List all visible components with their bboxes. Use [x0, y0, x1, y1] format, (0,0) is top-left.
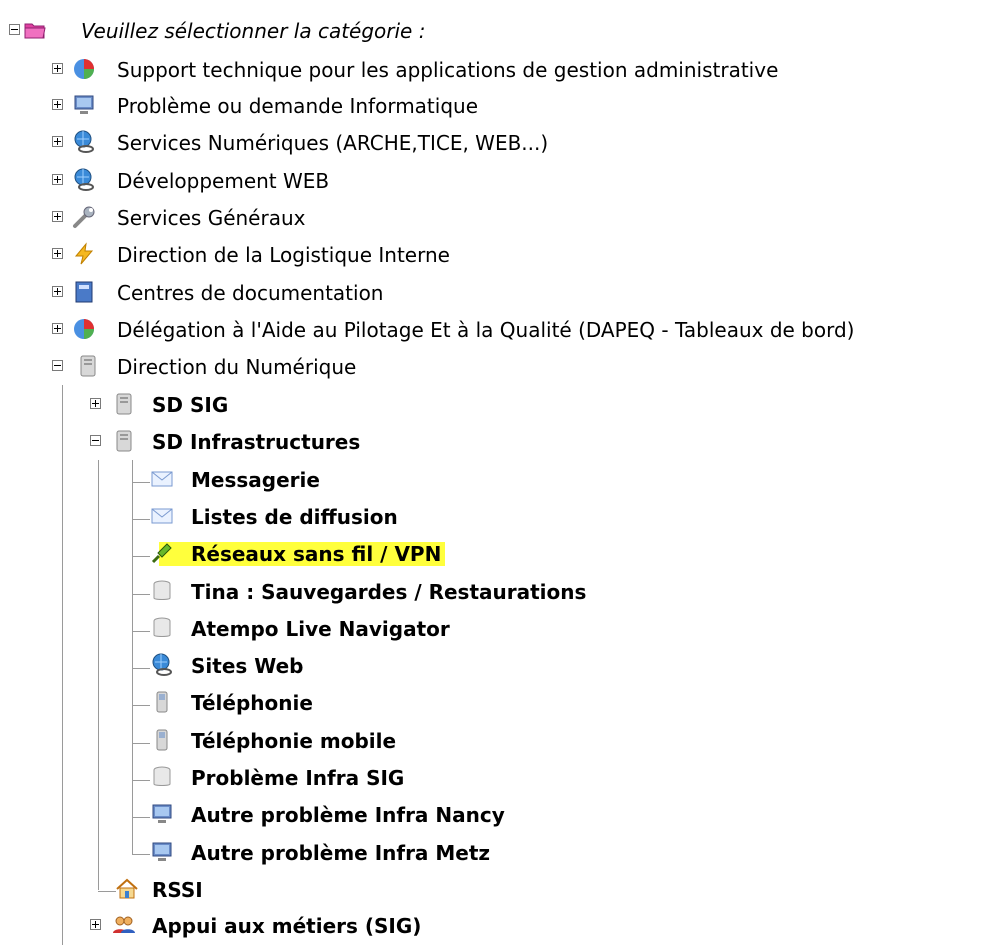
category-label: Direction de la Logistique Interne [117, 243, 450, 267]
leaf-label: Téléphonie [191, 691, 313, 715]
expand-toggle[interactable] [52, 211, 63, 222]
database-icon [150, 616, 174, 640]
plug-icon [150, 541, 174, 565]
leaf-label: Autre problème Infra Nancy [191, 803, 505, 827]
category-centres-documentation[interactable]: Centres de documentation [0, 276, 1000, 310]
leaf-listes-diffusion[interactable]: Listes de diffusion [0, 500, 1000, 534]
leaf-label: Problème Infra SIG [191, 766, 405, 790]
leaf-autre-infra-nancy[interactable]: Autre problème Infra Nancy [0, 798, 1000, 832]
subcategory-sd-sig[interactable]: SD SIG [0, 388, 1000, 422]
pie-chart-icon [72, 57, 96, 81]
expand-toggle[interactable] [52, 63, 63, 74]
expand-toggle[interactable] [52, 136, 63, 147]
subcategory-label: Appui aux métiers (SIG) [152, 914, 422, 938]
leaf-label: Atempo Live Navigator [191, 617, 450, 641]
computer-icon [150, 840, 174, 864]
leaf-label: Téléphonie mobile [191, 729, 397, 753]
leaf-reseaux-sans-fil-vpn[interactable]: Réseaux sans fil / VPN [0, 537, 1000, 571]
expand-toggle[interactable] [52, 323, 63, 334]
phone-icon [150, 690, 174, 714]
category-support-technique[interactable]: Support technique pour les applications … [0, 53, 1000, 87]
subcategory-label: SD Infrastructures [152, 430, 361, 454]
leaf-telephonie-mobile[interactable]: Téléphonie mobile [0, 724, 1000, 758]
wrench-icon [72, 205, 96, 229]
category-label: Développement WEB [117, 169, 330, 193]
tree-root[interactable]: Veuillez sélectionner la catégorie : [0, 14, 1000, 48]
computer-icon [150, 802, 174, 826]
category-probleme-informatique[interactable]: Problème ou demande Informatique [0, 89, 1000, 123]
category-logistique-interne[interactable]: Direction de la Logistique Interne [0, 238, 1000, 272]
expand-toggle[interactable] [90, 398, 101, 409]
category-services-numeriques[interactable]: Services Numériques (ARCHE,TICE, WEB...) [0, 126, 1000, 160]
subcategory-sd-infrastructures[interactable]: SD Infrastructures [0, 425, 1000, 459]
server-icon [112, 429, 136, 453]
category-label: Centres de documentation [117, 281, 384, 305]
subcategory-label: RSSI [152, 878, 203, 902]
subcategory-rssi[interactable]: RSSI [0, 873, 1000, 907]
category-dapeq[interactable]: Délégation à l'Aide au Pilotage Et à la … [0, 313, 1000, 347]
category-direction-numerique[interactable]: Direction du Numérique [0, 350, 1000, 384]
pie-chart-icon [72, 317, 96, 341]
tree-root-label: Veuillez sélectionner la catégorie : [81, 19, 426, 43]
category-label: Support technique pour les applications … [117, 58, 779, 82]
lightning-icon [72, 242, 96, 266]
leaf-label: Tina : Sauvegardes / Restaurations [191, 580, 587, 604]
leaf-probleme-infra-sig[interactable]: Problème Infra SIG [0, 761, 1000, 795]
category-label: Problème ou demande Informatique [117, 94, 479, 118]
leaf-tina-sauvegardes[interactable]: Tina : Sauvegardes / Restaurations [0, 575, 1000, 609]
folder-icon [23, 18, 47, 42]
leaf-telephonie[interactable]: Téléphonie [0, 686, 1000, 720]
leaf-sites-web[interactable]: Sites Web [0, 649, 1000, 683]
category-developpement-web[interactable]: Développement WEB [0, 164, 1000, 198]
leaf-label-highlighted: Réseaux sans fil / VPN [159, 542, 446, 566]
leaf-label: Autre problème Infra Metz [191, 841, 491, 865]
subcategory-appui-metiers[interactable]: Appui aux métiers (SIG) [0, 909, 1000, 943]
category-label: Services Numériques (ARCHE,TICE, WEB...) [117, 131, 549, 155]
collapse-toggle[interactable] [52, 360, 63, 371]
expand-toggle[interactable] [52, 248, 63, 259]
database-icon [150, 765, 174, 789]
category-services-generaux[interactable]: Services Généraux [0, 201, 1000, 235]
leaf-atempo[interactable]: Atempo Live Navigator [0, 612, 1000, 646]
users-icon [112, 913, 136, 937]
leaf-label: Listes de diffusion [191, 505, 398, 529]
expand-toggle[interactable] [52, 174, 63, 185]
globe-link-icon [72, 168, 96, 192]
expand-toggle[interactable] [90, 919, 101, 930]
globe-link-icon [150, 653, 174, 677]
globe-link-icon [72, 130, 96, 154]
category-label: Délégation à l'Aide au Pilotage Et à la … [117, 318, 855, 342]
collapse-toggle[interactable] [90, 435, 101, 446]
category-label: Direction du Numérique [117, 355, 357, 379]
leaf-label: Sites Web [191, 654, 304, 678]
server-icon [112, 392, 136, 416]
leaf-label: Messagerie [191, 468, 320, 492]
home-icon [115, 877, 139, 901]
collapse-toggle[interactable] [9, 24, 20, 35]
envelope-icon [150, 504, 174, 528]
subcategory-label: SD SIG [152, 393, 229, 417]
database-icon [150, 579, 174, 603]
leaf-messagerie[interactable]: Messagerie [0, 463, 1000, 497]
expand-toggle[interactable] [52, 286, 63, 297]
phone-icon [150, 728, 174, 752]
book-icon [72, 280, 96, 304]
leaf-autre-infra-metz[interactable]: Autre problème Infra Metz [0, 836, 1000, 870]
server-icon [76, 354, 100, 378]
category-label: Services Généraux [117, 206, 306, 230]
computer-icon [72, 93, 96, 117]
expand-toggle[interactable] [52, 99, 63, 110]
envelope-icon [150, 467, 174, 491]
